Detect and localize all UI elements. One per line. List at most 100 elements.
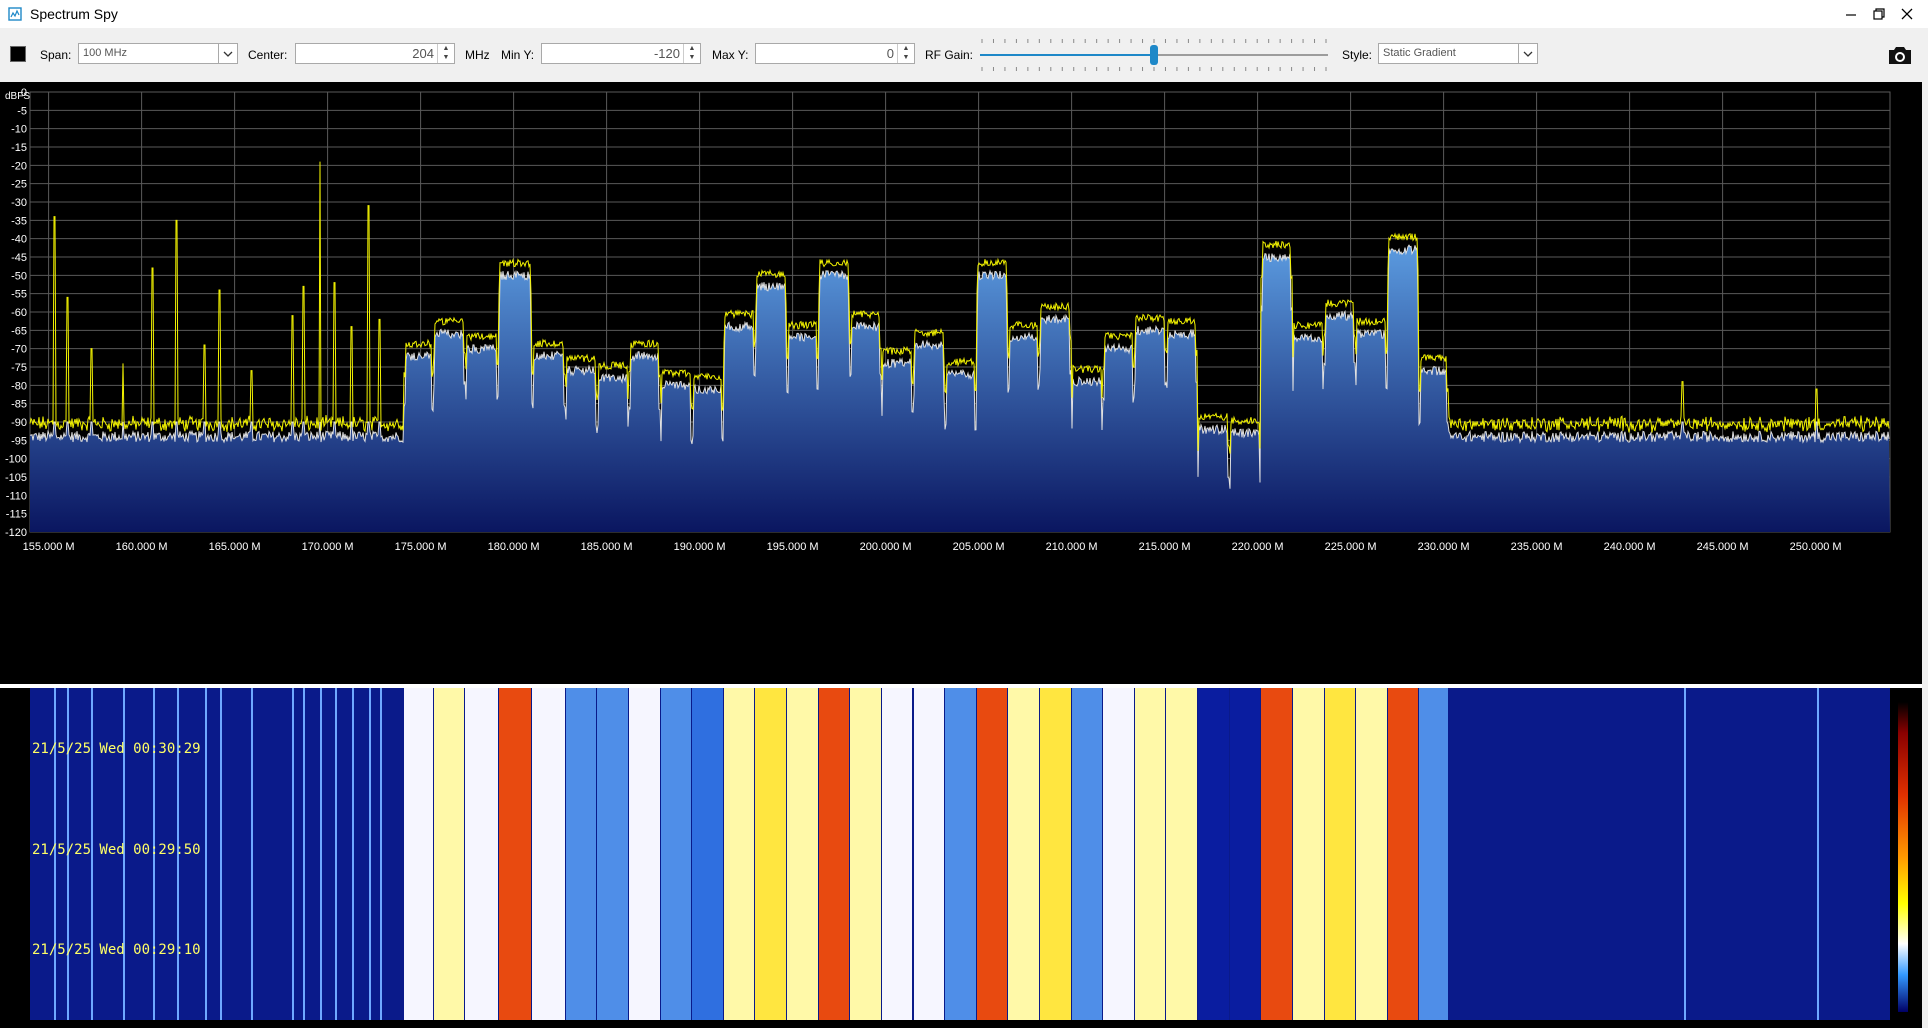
app-icon: [8, 7, 22, 21]
minimize-button[interactable]: [1836, 0, 1866, 28]
waterfall-band: [850, 688, 881, 1020]
waterfall-band: [945, 688, 976, 1020]
waterfall-spike-line: [351, 688, 354, 1020]
waterfall-band: [1103, 688, 1134, 1020]
trace-color-button[interactable]: [10, 46, 26, 62]
waterfall-band: [1039, 688, 1071, 1020]
rf-gain-label: RF Gain:: [925, 48, 974, 62]
y-tick-label: -115: [6, 509, 27, 521]
y-tick-label: -40: [11, 234, 27, 246]
scrollbar-strip[interactable]: [1922, 82, 1928, 1028]
waterfall-panel[interactable]: 21/5/25 Wed 00:30:29 21/5/25 Wed 00:29:5…: [0, 688, 1922, 1020]
min-y-label: Min Y:: [501, 48, 535, 62]
x-tick-label: 250.000 M: [1790, 541, 1842, 553]
waterfall-band: [818, 688, 850, 1020]
waterfall-band: [1387, 688, 1419, 1020]
restore-button[interactable]: [1864, 0, 1894, 28]
waterfall-spike-line: [368, 688, 371, 1020]
waterfall-band: [787, 688, 818, 1020]
y-tick-label: -105: [5, 472, 27, 484]
x-tick-label: 180.000 M: [488, 541, 540, 553]
y-tick-label: -75: [11, 362, 27, 374]
rf-gain-slider[interactable]: [978, 38, 1330, 72]
max-y-input[interactable]: 0 ▲ ▼: [755, 43, 915, 64]
y-tick-label: -30: [11, 197, 27, 209]
x-tick-label: 200.000 M: [860, 541, 912, 553]
waterfall-spike-line: [204, 688, 207, 1020]
min-y-input[interactable]: -120 ▲ ▼: [541, 43, 701, 64]
waterfall-band: [1198, 688, 1229, 1020]
y-tick-label: -70: [11, 344, 27, 356]
spectrum-chart: dBFS 0-5-10-15-20-25-30-35-40-45-50-55-6…: [5, 87, 1891, 553]
spectrum-fill: [30, 245, 1890, 533]
x-tick-label: 170.000 M: [302, 541, 354, 553]
close-button[interactable]: [1892, 0, 1922, 28]
waterfall-spike-line: [292, 688, 295, 1020]
style-select[interactable]: Static Gradient: [1378, 43, 1538, 64]
waterfall-spike-line: [251, 688, 254, 1020]
waterfall-band: [597, 688, 628, 1020]
x-tick-label: 245.000 M: [1697, 541, 1749, 553]
color-scale-legend: [1898, 702, 1908, 1012]
y-tick-label: -80: [11, 380, 27, 392]
y-tick-label: -50: [11, 270, 27, 282]
center-label: Center:: [248, 48, 288, 62]
x-tick-label: 195.000 M: [767, 541, 819, 553]
waterfall-band: [723, 688, 755, 1020]
window-title: Spectrum Spy: [30, 6, 118, 22]
waterfall-spike-line: [219, 688, 222, 1020]
restore-icon: [1873, 8, 1885, 20]
waterfall-spike-line: [1817, 688, 1820, 1020]
y-tick-label: -35: [11, 215, 27, 227]
camera-icon[interactable]: [1886, 42, 1914, 68]
waterfall-timestamp: 21/5/25 Wed 00:29:50: [32, 842, 201, 858]
spectrum-panel[interactable]: dBFS 0 -5 -10 -15 -20 -25 -30 -35 -40 -45 -50 -55 -6…: [0, 82, 1922, 684]
waterfall-spike-line: [1683, 688, 1686, 1020]
x-tick-label: 240.000 M: [1604, 541, 1656, 553]
style-label: Style:: [1342, 48, 1373, 62]
waterfall-band: [881, 688, 913, 1020]
waterfall-band: [1292, 688, 1324, 1020]
y-tick-label: -45: [11, 252, 27, 264]
max-y-stepper[interactable]: ▲ ▼: [897, 44, 914, 63]
x-tick-label: 225.000 M: [1325, 541, 1377, 553]
y-tick-label: -100: [5, 454, 27, 466]
min-y-value: -120: [653, 46, 680, 61]
waterfall-band: [1356, 688, 1387, 1020]
span-select[interactable]: 100 MHz: [78, 43, 238, 64]
waterfall-band: [465, 688, 498, 1020]
x-tick-label: 230.000 M: [1418, 541, 1470, 553]
max-y-label: Max Y:: [712, 48, 749, 62]
y-tick-label: -10: [11, 124, 27, 136]
y-tick-label: -5: [17, 105, 27, 117]
center-stepper[interactable]: ▲ ▼: [437, 44, 454, 63]
y-tick-label: -20: [11, 160, 27, 172]
waterfall-spike-line: [320, 688, 323, 1020]
waterfall-band: [1134, 688, 1166, 1020]
center-input[interactable]: 204 ▲ ▼: [295, 43, 455, 64]
waterfall-band: [532, 688, 565, 1020]
waterfall-band: [403, 688, 433, 1020]
waterfall-band: [976, 688, 1008, 1020]
x-tick-label: 220.000 M: [1232, 541, 1284, 553]
waterfall-band: [1419, 688, 1449, 1020]
y-tick-label: -120: [5, 527, 27, 539]
x-tick-label: 205.000 M: [953, 541, 1005, 553]
y-tick-label: -110: [6, 490, 27, 502]
y-tick-label: -25: [11, 179, 27, 191]
waterfall-band: [565, 688, 597, 1020]
waterfall-timestamp: 21/5/25 Wed 00:29:10: [32, 942, 201, 958]
waterfall-band: [1071, 688, 1103, 1020]
min-y-stepper[interactable]: ▲ ▼: [683, 44, 700, 63]
waterfall-band: [913, 688, 945, 1020]
waterfall-band: [1166, 688, 1198, 1020]
x-tick-label: 210.000 M: [1046, 541, 1098, 553]
waterfall-band: [692, 688, 723, 1020]
close-icon: [1901, 8, 1913, 20]
slider-thumb[interactable]: [1150, 45, 1158, 65]
x-tick-label: 185.000 M: [581, 541, 633, 553]
center-value: 204: [412, 46, 434, 61]
waterfall-band: [1008, 688, 1039, 1020]
waterfall-band: [755, 688, 786, 1020]
max-y-value: 0: [886, 46, 894, 61]
